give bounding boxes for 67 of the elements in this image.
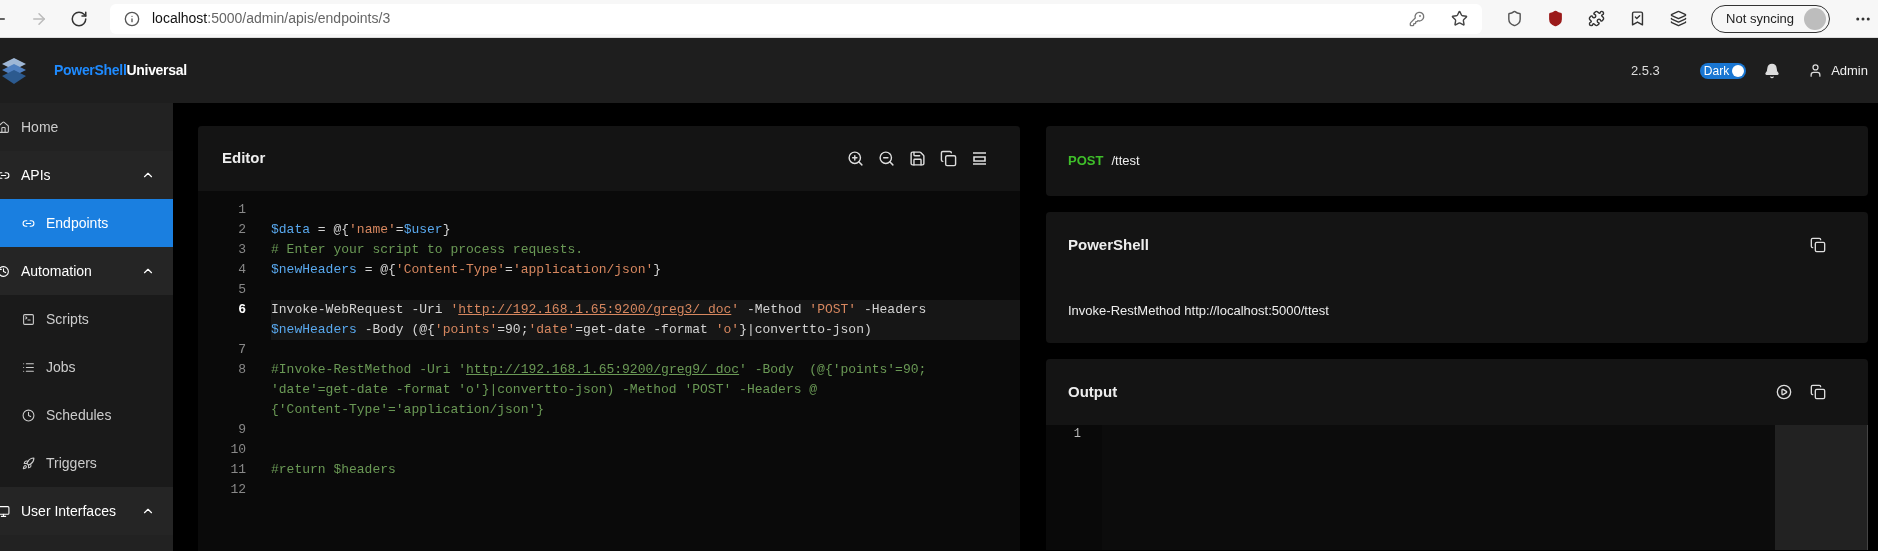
user-icon[interactable] [1808,63,1824,78]
home-icon [0,120,10,134]
list-icon [22,360,35,374]
rocket-icon [22,456,35,470]
refresh-icon[interactable] [70,9,88,28]
clock-icon [22,408,35,422]
copy-icon[interactable] [940,150,957,167]
code-link[interactable]: http://192.168.1.65:9200/greg3/_doc [458,302,732,317]
line-number: 1 [1072,426,1082,443]
terminal-icon [22,312,35,326]
code-line: 'date'=get-date -format 'o'}|convertto-json) -Method 'POST' -Headers @ [271,381,819,399]
version-text: 2.5.3 [1630,61,1660,80]
star-add-icon[interactable] [1451,10,1469,27]
line-number: 11 [229,461,246,479]
collections-icon[interactable] [1670,10,1688,27]
http-method: POST [1068,152,1104,171]
panel-title: PowerShell [1068,234,1149,255]
command-text: Invoke-RestMethod http://localhost:5000/ttest [1068,301,1329,320]
copy-icon[interactable] [1810,384,1826,400]
line-number: 5 [237,281,246,299]
shield-icon[interactable] [1506,10,1524,27]
zoom-in-icon[interactable] [847,150,864,167]
shield-icon[interactable] [1547,10,1565,27]
line-number: 9 [237,421,246,439]
sidebar-item[interactable]: Schedules [0,391,173,439]
code-line: #return $headers [271,461,397,479]
address-bar[interactable]: localhost:5000/admin/apis/endpoints/3 [110,3,1483,34]
line-number: 6 [237,301,246,319]
puzzle-icon[interactable] [1588,10,1606,27]
line-number: 3 [237,241,246,259]
line-number: 10 [229,441,246,459]
line-number: 4 [237,261,246,279]
code-line: {'Content-Type'='application/json'} [271,401,546,419]
user-name[interactable]: Admin [1831,60,1868,81]
sidebar-item[interactable]: Triggers [0,439,173,487]
code-line: $data = @{'name'=$user} [271,221,452,239]
theme-toggle[interactable]: Dark [1699,62,1747,79]
panel-title: Output [1068,381,1118,402]
wrap-icon[interactable] [971,150,988,167]
save-icon[interactable] [909,150,926,167]
code-line: $newHeaders -Body (@{'points'=90;'date'=get-date -format 'o'}|convertto-json) [271,321,873,339]
line-number: 2 [237,221,246,239]
line-number: 12 [229,481,246,499]
history-icon [0,264,10,278]
code-link[interactable]: http://192.168.1.65:9200/greg9/_doc [466,362,740,377]
code-line: Invoke-WebRequest -Uri 'http://192.168.1.65:9200/greg3/_doc' -Method 'POST' -Headers [271,301,928,319]
line-number: 8 [237,361,246,379]
avatar-icon [1804,7,1826,30]
bell-icon[interactable] [1764,62,1781,79]
code-line: # Enter your script to process requests. [271,241,585,259]
panel-title: Editor [222,148,266,169]
line-number: 7 [237,341,246,359]
sidebar-item[interactable]: Scripts [0,295,173,343]
monitor-icon [0,504,10,518]
info-icon[interactable] [124,10,140,27]
key-icon[interactable] [1409,10,1426,27]
sidebar-item[interactable]: Jobs [0,343,173,391]
brand-name: PowerShellUniversal [54,61,187,80]
code-line: #Invoke-RestMethod -Uri 'http://192.168.1.65:9200/greg9/_doc' -Body (@{'points'=90; [271,361,928,379]
copy-icon[interactable] [1810,237,1826,253]
url-text: localhost:5000/admin/apis/endpoints/3 [152,9,391,28]
sidebar-item[interactable]: Endpoints [0,199,173,247]
code-line: $newHeaders = @{'Content-Type'='application/json'} [271,261,663,279]
zoom-out-icon[interactable] [878,150,895,167]
run-icon[interactable] [1776,384,1792,400]
endpoint-path: /ttest [1111,152,1140,171]
line-number: 1 [237,201,246,219]
